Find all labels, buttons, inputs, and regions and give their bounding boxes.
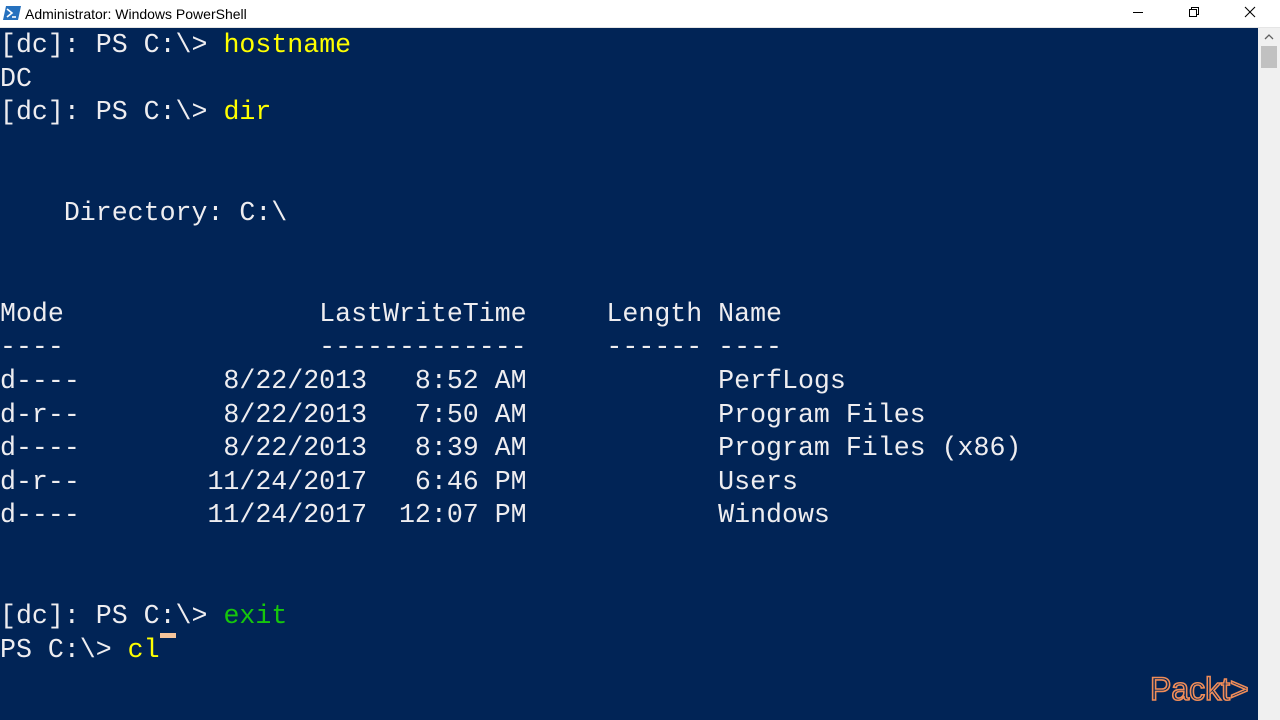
column-separators: ---- ------------- ------ ---- xyxy=(0,332,782,362)
packt-logo: Packt> xyxy=(1149,670,1250,710)
console-line: [dc]: PS C:\> dir xyxy=(0,95,271,129)
restore-button[interactable] xyxy=(1166,0,1222,28)
prompt-text: [dc]: PS C:\> xyxy=(0,601,224,631)
typed-command: cl xyxy=(127,635,160,665)
close-button[interactable] xyxy=(1222,0,1278,28)
scroll-up-button[interactable] xyxy=(1258,28,1280,45)
console-line: DC xyxy=(0,64,32,94)
console-output[interactable]: [dc]: PS C:\> hostname DC [dc]: PS C:\> … xyxy=(0,28,1258,720)
command-text: dir xyxy=(223,97,272,127)
window-title: Administrator: Windows PowerShell xyxy=(25,6,247,22)
title-bar[interactable]: Administrator: Windows PowerShell xyxy=(0,0,1280,28)
prompt-text: PS C:\> xyxy=(0,635,128,665)
dir-row: d---- 8/22/2013 8:52 AM PerfLogs xyxy=(0,366,846,396)
text-cursor xyxy=(159,633,176,667)
command-text: exit xyxy=(223,601,288,631)
watermark-text: Packt> xyxy=(1150,671,1249,707)
console-line: [dc]: PS C:\> exit xyxy=(0,599,287,633)
dir-row: d-r-- 8/22/2013 7:50 AM Program Files xyxy=(0,400,926,430)
minimize-icon xyxy=(1132,5,1144,23)
console-line: [dc]: PS C:\> hostname xyxy=(0,28,351,62)
minimize-button[interactable] xyxy=(1110,0,1166,28)
command-text: hostname xyxy=(223,30,352,60)
close-icon xyxy=(1244,5,1256,23)
scroll-thumb[interactable] xyxy=(1261,46,1277,68)
vertical-scrollbar[interactable] xyxy=(1258,28,1280,720)
chevron-up-icon xyxy=(1264,28,1274,46)
prompt-text: [dc]: PS C:\> xyxy=(0,30,224,60)
powershell-window: Administrator: Windows PowerShell [dc]: … xyxy=(0,0,1280,720)
restore-icon xyxy=(1188,5,1200,23)
prompt-text: [dc]: PS C:\> xyxy=(0,97,224,127)
dir-row: d-r-- 11/24/2017 6:46 PM Users xyxy=(0,467,798,497)
current-input-line[interactable]: PS C:\> cl xyxy=(0,633,176,667)
column-headers: Mode LastWriteTime Length Name xyxy=(0,299,782,329)
dir-row: d---- 11/24/2017 12:07 PM Windows xyxy=(0,500,830,530)
directory-header: Directory: C:\ xyxy=(0,198,288,228)
dir-row: d---- 8/22/2013 8:39 AM Program Files (x… xyxy=(0,433,1022,463)
powershell-icon[interactable] xyxy=(3,5,21,21)
